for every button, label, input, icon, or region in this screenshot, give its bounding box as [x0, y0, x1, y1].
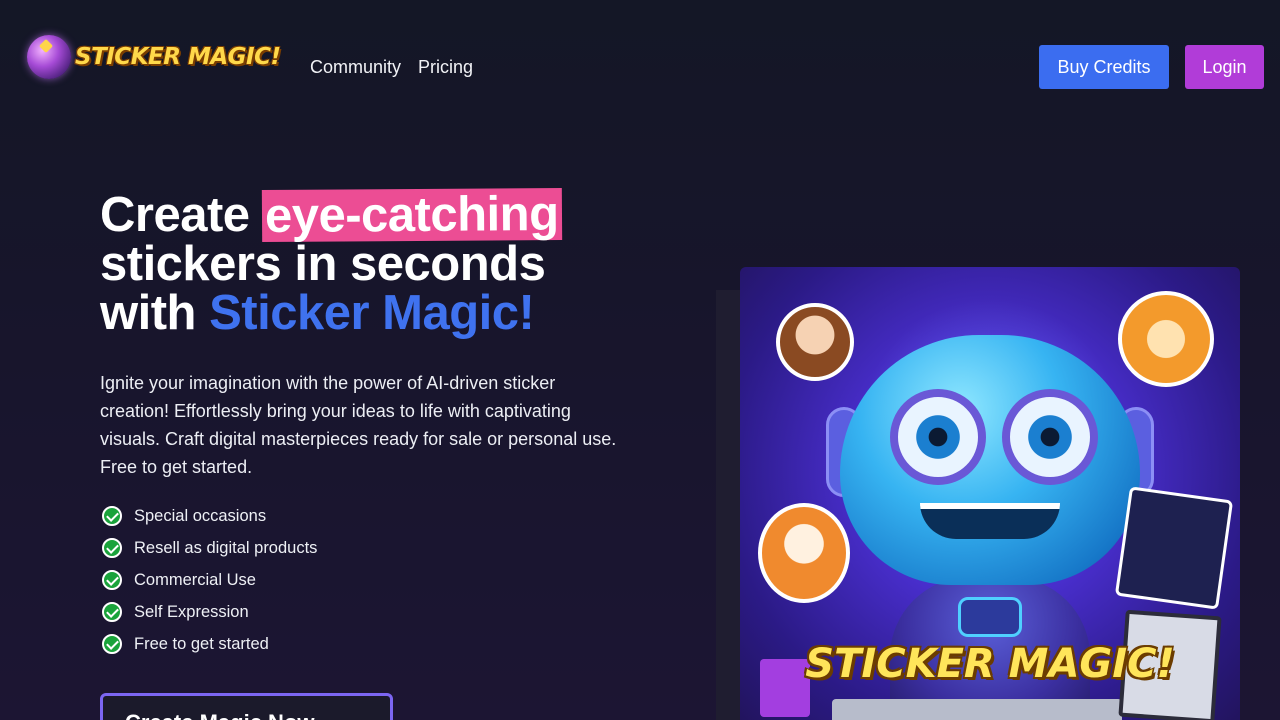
feature-label: Self Expression — [134, 602, 249, 621]
buy-credits-button[interactable]: Buy Credits — [1039, 45, 1169, 89]
panel-shadow — [716, 290, 740, 720]
hero-title-brand: Sticker Magic! — [209, 286, 535, 340]
rocket-sticker-sheet — [1114, 486, 1234, 610]
tiger-sticker — [1118, 291, 1214, 387]
feature-label: Special occasions — [134, 506, 267, 525]
magic-orb-logo-icon — [27, 35, 71, 79]
site-header: STICKER MAGIC! Community Pricing Buy Cre… — [0, 0, 1280, 134]
login-button[interactable]: Login — [1185, 45, 1264, 89]
feature-label: Commercial Use — [134, 570, 256, 589]
keyboard — [832, 699, 1122, 720]
nav-link-community[interactable]: Community — [310, 54, 401, 80]
feature-item: Resell as digital products — [100, 532, 317, 564]
robot-right-eye — [1002, 389, 1098, 485]
robot-head — [840, 335, 1140, 585]
hero-title: Create eye-catching stickers in seconds … — [100, 186, 660, 340]
hero-title-part3: with — [100, 286, 210, 340]
check-circle-icon — [102, 570, 122, 590]
showcase-image-label: STICKER MAGIC! — [805, 641, 1175, 687]
feature-item: Commercial Use — [100, 564, 317, 596]
hero-title-highlight: eye-catching — [262, 186, 561, 244]
nav-link-pricing[interactable]: Pricing — [418, 54, 473, 80]
hero-showcase-image: STICKER MAGIC! — [740, 267, 1240, 720]
kid-sticker — [776, 303, 854, 381]
feature-item: Special occasions — [100, 500, 317, 532]
robot-left-eye — [890, 389, 986, 485]
check-circle-icon — [102, 602, 122, 622]
logo-link[interactable]: STICKER MAGIC! — [27, 32, 281, 82]
feature-item: Free to get started — [100, 628, 317, 660]
check-circle-icon — [102, 538, 122, 558]
hero-title-part2: stickers in seconds — [100, 237, 546, 291]
check-circle-icon — [102, 634, 122, 654]
feature-item: Self Expression — [100, 596, 317, 628]
check-circle-icon — [102, 506, 122, 526]
logo-text: STICKER MAGIC! — [75, 44, 281, 70]
robot-chest-panel — [958, 597, 1022, 637]
fox-sticker — [758, 503, 850, 603]
feature-label: Resell as digital products — [134, 538, 318, 557]
main-nav: Community Pricing — [310, 54, 473, 80]
robot-mouth — [920, 503, 1060, 539]
feature-label: Free to get started — [134, 634, 269, 653]
hero-description: Ignite your imagination with the power o… — [100, 373, 617, 477]
hero-title-part1: Create — [100, 188, 263, 242]
feature-list: Special occasions Resell as digital prod… — [100, 500, 317, 660]
create-magic-button[interactable]: Create Magic Now — [100, 693, 393, 720]
